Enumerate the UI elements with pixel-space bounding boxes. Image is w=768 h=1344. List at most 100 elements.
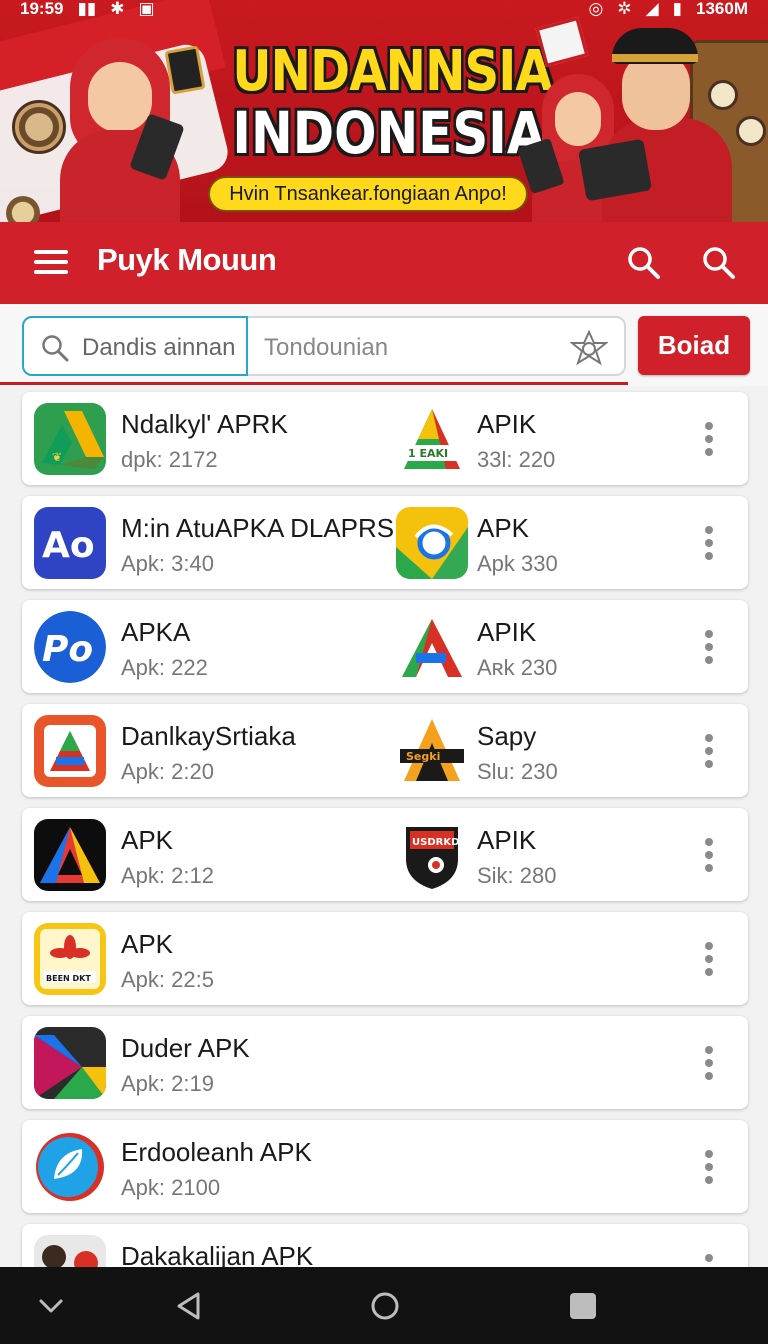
wifi-icon: ✲ [617,0,632,18]
app-icon [34,819,106,891]
app-meta: Apk 330 [477,551,558,576]
app-icon: ❦ [34,403,106,475]
more-options-icon[interactable] [698,1150,720,1184]
promo-banner[interactable]: UNDANNSIA INDONESIA Hvin Tnsankear.fongi… [0,0,768,222]
banner-title-line2: INDONESIA [232,99,546,167]
more-options-icon[interactable] [698,838,720,872]
app-meta: 33l: 220 [477,447,556,472]
more-options-icon[interactable] [698,734,720,768]
alarm-icon: ◎ [588,0,604,18]
app-name: Ndalkyl' APRK [121,409,288,439]
app-icon: USDRKD [406,827,459,889]
app-icon [396,507,468,579]
list-item[interactable]: Erdooleanh APK Apk: 2100 [22,1120,748,1213]
app-meta: Apk: 222 [121,655,208,680]
compass-small-illustration [6,196,40,222]
more-options-icon[interactable] [698,526,720,560]
app-meta: dpk: 2172 [121,447,218,472]
app-meta: Apk: 3:40 [121,551,214,576]
more-options-icon[interactable] [698,630,720,664]
app-name: APK [121,825,174,855]
app-meta: Aʀk 230 [477,655,558,680]
app-icon-badge: USDRKD [412,837,459,848]
status-right-text: 1360M [696,0,748,18]
app-meta: Slu: 230 [477,759,558,784]
app-name: APKA [121,617,191,647]
search-input[interactable]: Dandis ainnan Tondounian [22,316,626,376]
settings-icon: ✱ [110,0,125,18]
more-options-icon[interactable] [698,422,720,456]
search-filter-field[interactable]: Dandis ainnan [22,316,248,376]
network-icon: ◢ [645,0,659,18]
search-row: Dandis ainnan Tondounian Boiad [0,304,768,386]
list-item[interactable]: Po APKA Apk: 222 APIK Aʀk 230 [22,600,748,693]
system-nav-bar [0,1267,768,1344]
app-icon: BEEN DKT [34,923,106,995]
app-title: Puyk Mouun [97,242,277,277]
more-options-icon[interactable] [698,1046,720,1080]
list-item[interactable]: BEEN DKT APK Apk: 22:5 [22,912,748,1005]
app-icon [36,1133,104,1201]
app-icon: Segki [400,719,464,781]
clock-illustration [736,116,766,146]
search-icon[interactable] [625,244,663,282]
app-icon [34,715,106,787]
app-icon-badge: BEEN DKT [46,974,91,983]
list-item[interactable]: ❦ Ndalkyl' APRK dpk: 2172 1 EAKI APIK 33… [22,392,748,485]
app-icon-text: Ao [42,525,95,566]
search-icon[interactable] [700,244,738,282]
app-meta: Apk: 2:20 [121,759,214,784]
app-meta: Sik: 280 [477,863,557,888]
app-icon-badge: 1 EAKI [408,447,448,460]
app-name: APK [477,513,530,543]
star-icon[interactable] [570,330,608,366]
recents-icon[interactable] [566,1289,600,1323]
app-name: APIK [477,617,537,647]
home-icon[interactable] [368,1289,402,1323]
app-name: Duder APK [121,1033,250,1063]
app-meta: Apk: 2:12 [121,863,214,888]
more-options-icon[interactable] [698,942,720,976]
signal-icon: ▮▮ [77,0,97,18]
app-icon [402,619,462,677]
search-icon [42,335,69,362]
clock-illustration [708,80,738,110]
app-icon: Po [34,611,106,683]
app-bar: Puyk Mouun [0,222,768,304]
app-name: APIK [477,825,537,855]
app-name: APIK [477,409,537,439]
status-time: 19:59 [20,0,64,18]
app-name: M:in AtuAPKA DLAPRS [121,513,395,543]
app-name: Sapy [477,721,537,751]
app-icon-text: Po [42,629,93,670]
search-query-text: Tondounian [264,334,389,361]
app-name: DanlkaySrtiaka [121,721,296,751]
back-icon[interactable] [172,1289,206,1323]
search-action-button[interactable]: Boiad [638,316,750,375]
app-meta: Apk: 2:19 [121,1071,214,1096]
character-hijab-girl-face [88,62,152,132]
banner-slogan: Hvin Tnsankear.fongiaan Anƿo! [208,176,528,212]
app-icon [34,1027,106,1099]
compass-illustration [12,100,66,154]
app-meta: Apk: 2100 [121,1175,221,1200]
svg-text:❦: ❦ [52,450,62,464]
calculator-illustration [164,45,206,95]
chevron-down-icon[interactable] [34,1289,68,1323]
list-item[interactable]: Duder APK Apk: 2:19 [22,1016,748,1109]
notification-icon: ▣ [138,0,155,18]
app-icon-badge: Segki [406,750,440,763]
list-item[interactable]: Ao M:in AtuAPKA DLAPRS Apk: 3:40 APK Apk… [22,496,748,589]
list-item[interactable]: APK Apk: 2:12 USDRKD APIK Sik: 280 [22,808,748,901]
search-underline [0,382,628,385]
list-item[interactable]: DanlkaySrtiaka Apk: 2:20 Segki Sapy Slu:… [22,704,748,797]
app-name: APK [121,929,174,959]
banner-title: UNDANNSIA INDONESIA [210,39,552,167]
status-bar: 19:59 ▮▮ ✱ ▣ ◎ ✲ ◢ ▮ 1360M [0,0,768,18]
banner-title-line1: UNDANNSIA [232,39,552,104]
gift-box-illustration [535,16,589,68]
menu-icon[interactable] [34,250,68,274]
character-officer-cap-band [612,54,698,62]
app-meta: Apk: 22:5 [121,967,214,992]
app-name: Erdooleanh APK [121,1137,312,1167]
